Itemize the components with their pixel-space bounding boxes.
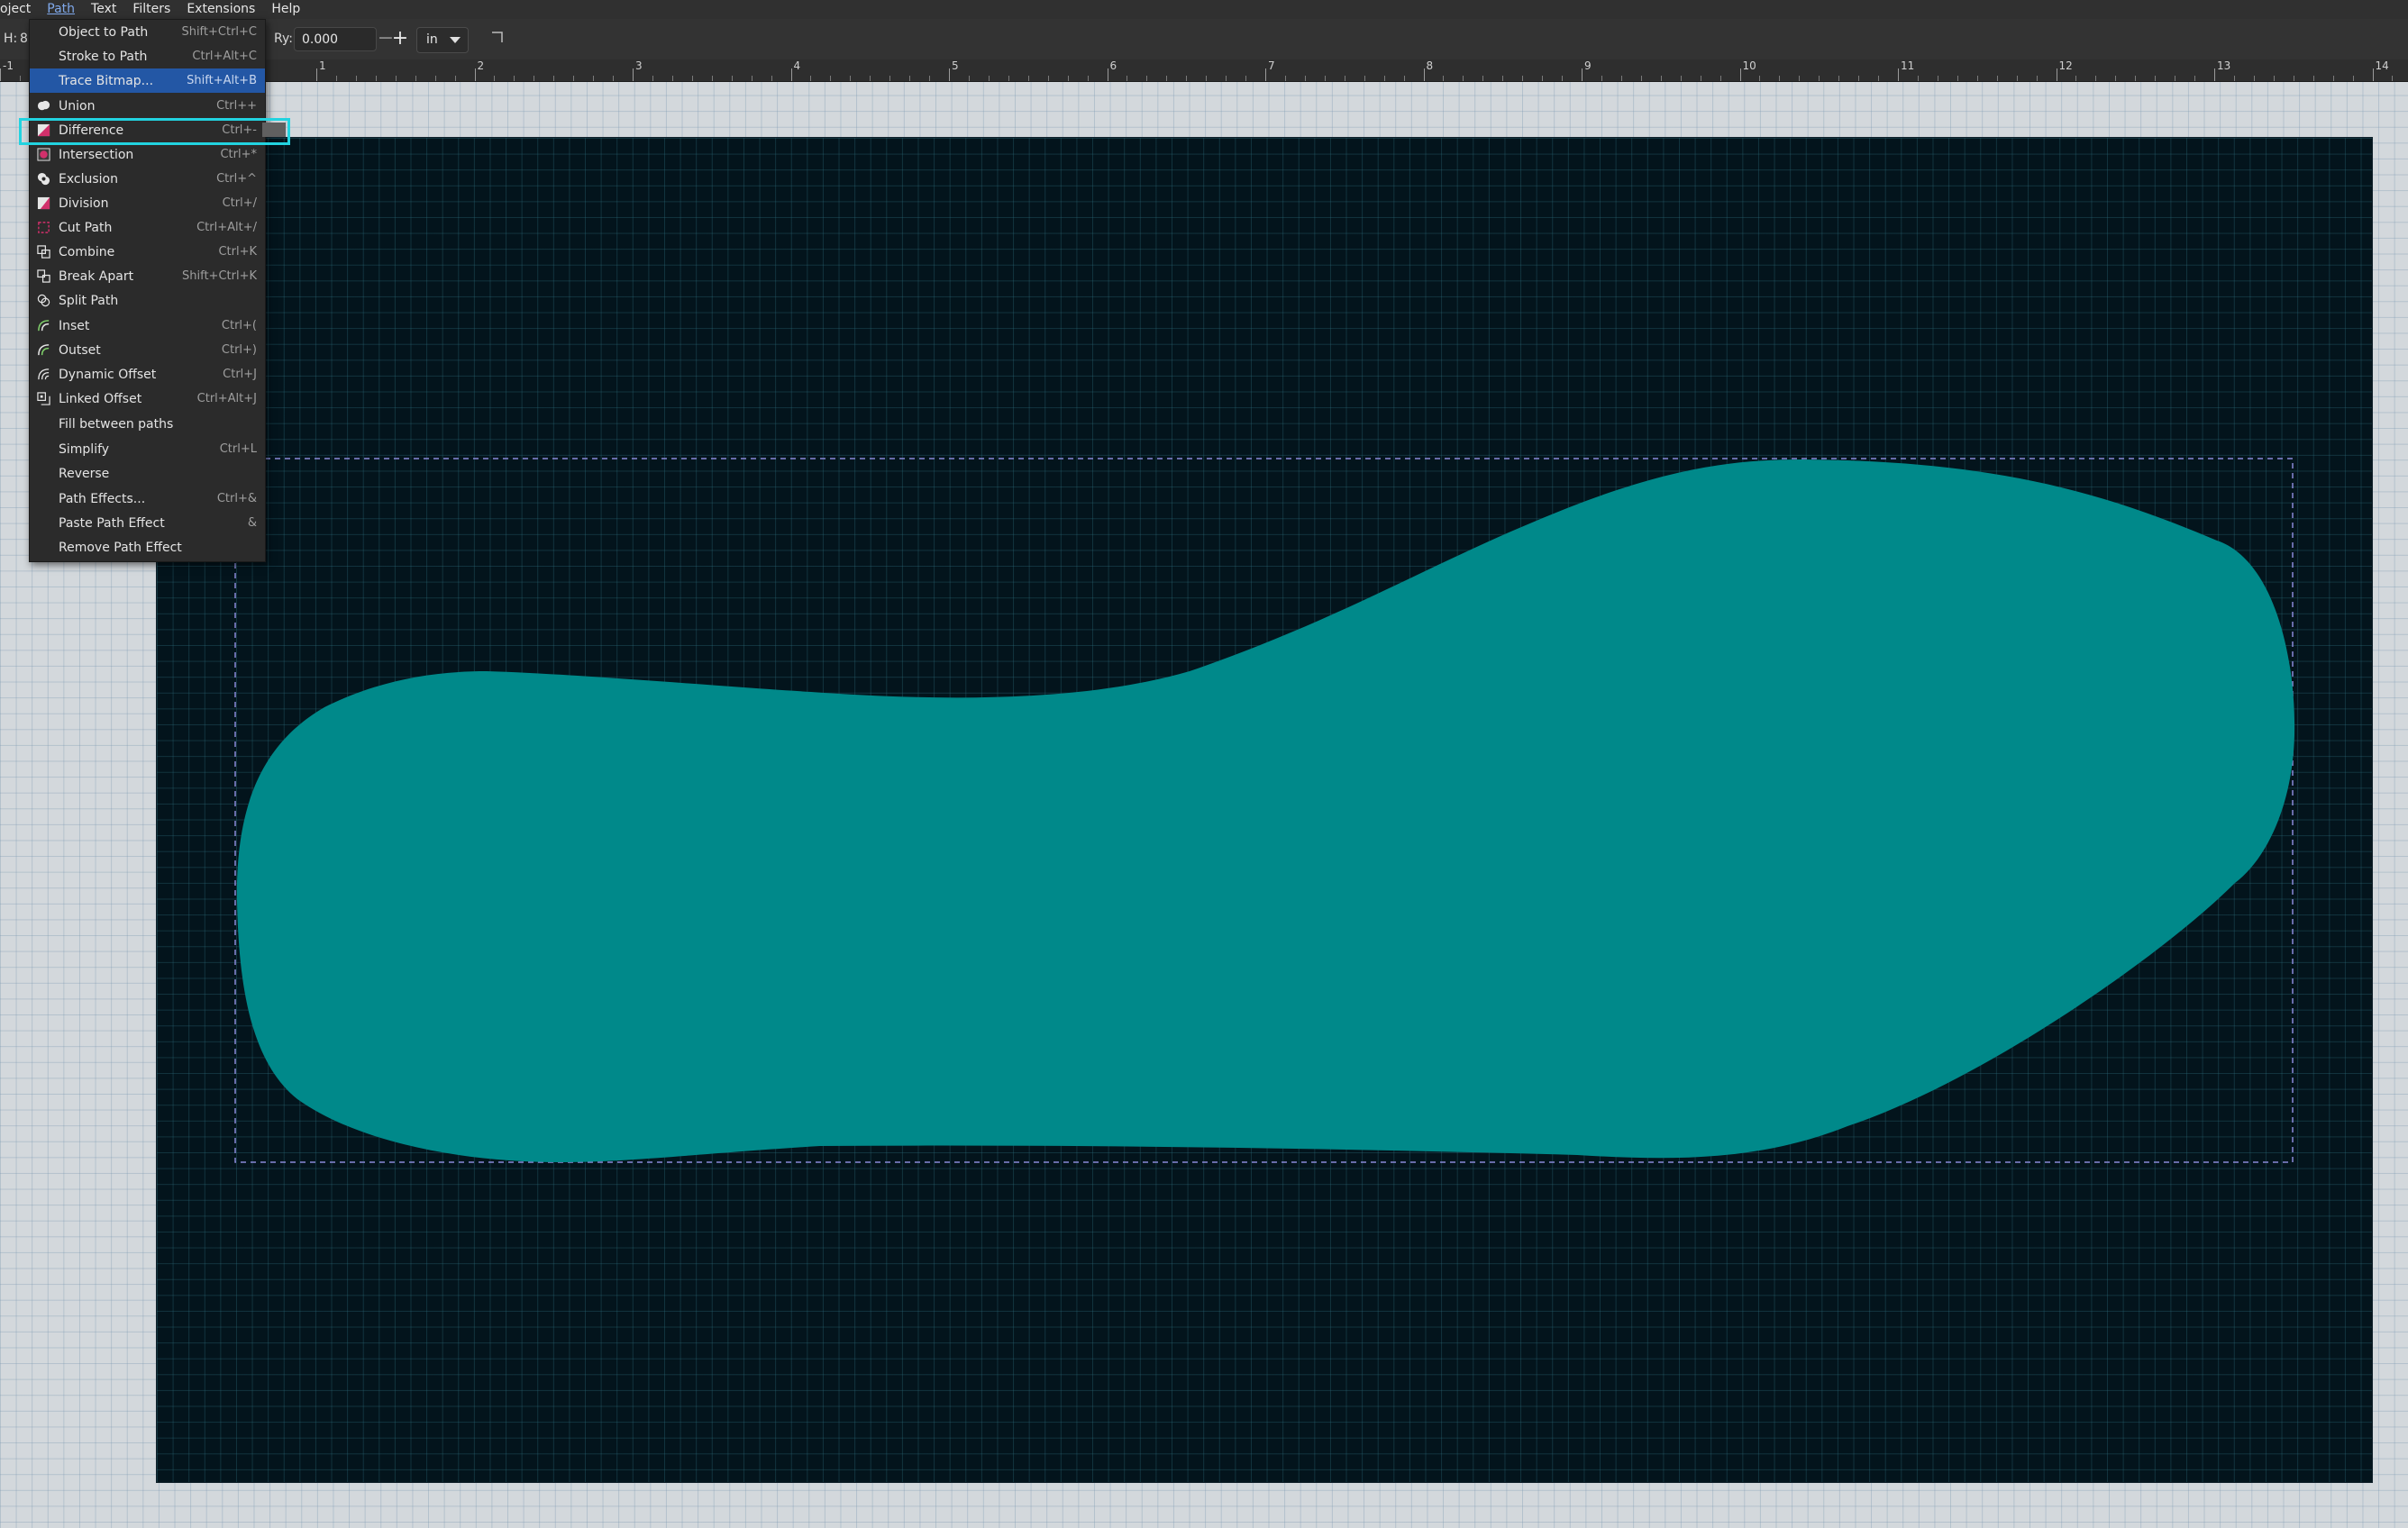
- union-icon: [37, 100, 50, 111]
- intersection-icon: [37, 148, 50, 161]
- menu-item-linked-offset[interactable]: Linked Offset Ctrl+Alt+J: [30, 387, 265, 411]
- shortcut-overflow-indicator: [262, 123, 286, 137]
- canvas-drawing: [234, 458, 2295, 1163]
- division-icon: [37, 196, 50, 210]
- teal-blob-shape[interactable]: [236, 459, 2295, 1162]
- menu-item-outset[interactable]: Outset Ctrl+): [30, 338, 265, 362]
- menu-item-combine[interactable]: Combine Ctrl+K: [30, 240, 265, 264]
- menu-item-trace-bitmap[interactable]: Trace Bitmap... Shift+Alt+B: [30, 68, 265, 93]
- menu-item-difference[interactable]: Difference Ctrl+-: [30, 118, 286, 142]
- split-path-icon: [37, 294, 50, 307]
- menu-item-paste-path-effect[interactable]: Paste Path Effect &: [30, 511, 265, 535]
- combine-icon: [37, 245, 50, 259]
- menu-item-intersection[interactable]: Intersection Ctrl+*: [30, 142, 265, 167]
- break-apart-icon: [37, 269, 50, 283]
- outset-icon: [38, 344, 50, 356]
- menu-item-split-path[interactable]: Split Path: [30, 288, 265, 313]
- menu-item-exclusion[interactable]: Exclusion Ctrl+^: [30, 167, 265, 191]
- path-menu-dropdown: Object to Path Shift+Ctrl+C Stroke to Pa…: [29, 19, 286, 562]
- menu-item-division[interactable]: Division Ctrl+/: [30, 191, 265, 215]
- difference-icon: [37, 123, 50, 137]
- menu-item-fill-between-paths[interactable]: Fill between paths: [30, 412, 265, 436]
- cut-path-icon: [38, 222, 50, 233]
- menu-item-break-apart[interactable]: Break Apart Shift+Ctrl+K: [30, 264, 265, 288]
- menu-item-dynamic-offset[interactable]: Dynamic Offset Ctrl+J: [30, 362, 265, 387]
- menu-item-object-to-path[interactable]: Object to Path Shift+Ctrl+C: [30, 20, 265, 44]
- linked-offset-icon: [37, 392, 50, 405]
- exclusion-icon: [37, 172, 50, 186]
- menu-item-union[interactable]: Union Ctrl++: [30, 94, 265, 118]
- menu-item-remove-path-effect[interactable]: Remove Path Effect: [30, 535, 265, 559]
- menu-item-inset[interactable]: Inset Ctrl+(: [30, 314, 265, 338]
- menu-item-path-effects[interactable]: Path Effects... Ctrl+&: [30, 487, 265, 511]
- menu-item-stroke-to-path[interactable]: Stroke to Path Ctrl+Alt+C: [30, 44, 265, 68]
- menu-item-reverse[interactable]: Reverse: [30, 461, 265, 486]
- menu-item-simplify[interactable]: Simplify Ctrl+L: [30, 437, 265, 461]
- menu-item-cut-path[interactable]: Cut Path Ctrl+Alt+/: [30, 215, 265, 240]
- dynamic-offset-icon: [38, 368, 50, 380]
- inset-icon: [38, 320, 50, 332]
